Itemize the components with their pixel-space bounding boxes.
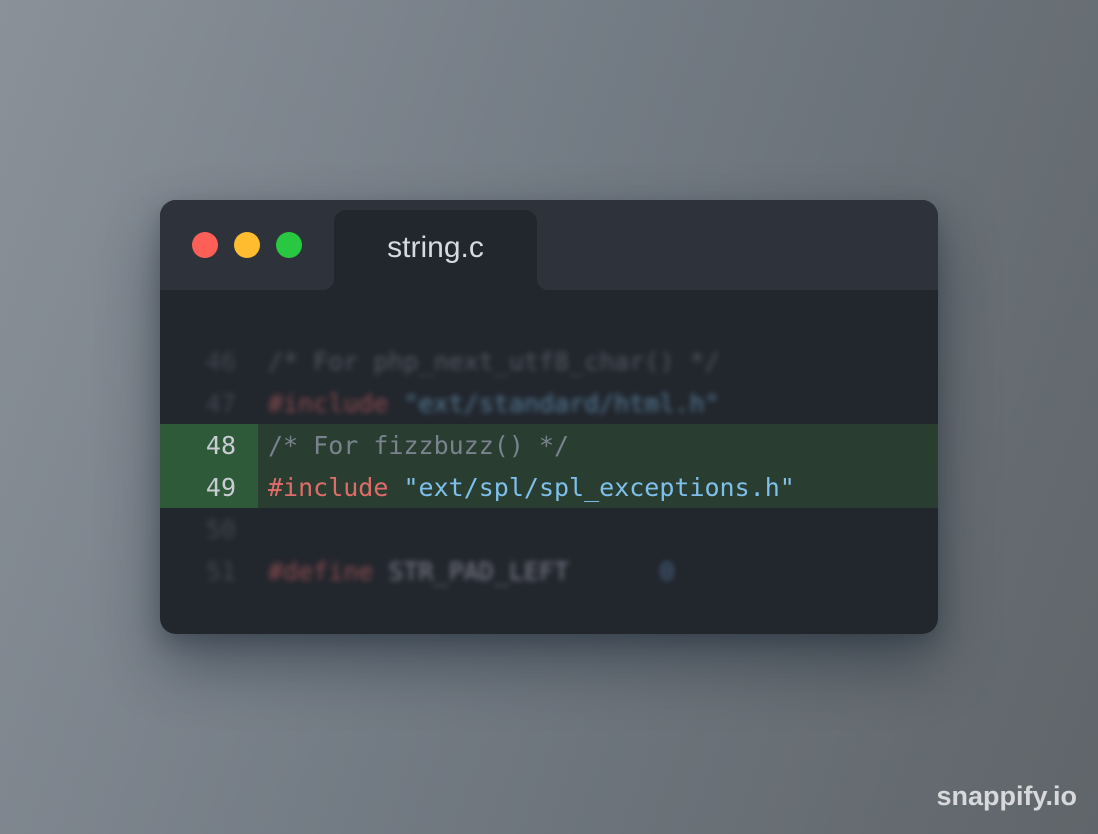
line-number: 48 [160,424,258,466]
line-content: #include "ext/spl/spl_exceptions.h" [258,473,795,502]
code-token-string: "ext/standard/html.h" [403,388,720,418]
code-token-keyword: #include [268,388,389,418]
code-line[interactable]: 46 /* For php_next_utf8_char() */ [160,340,938,382]
line-number: 50 [205,514,236,544]
title-bar: string.c [160,200,938,290]
line-content: #define STR_PAD_LEFT 0 [258,557,674,586]
code-line[interactable]: 48 /* For fizzbuzz() */ [160,424,938,466]
code-token-comment: /* For php_next_utf8_char() */ [268,346,720,376]
code-token-keyword: #define [268,556,374,586]
editor-window: string.c 46 /* For php_next_utf8_char() *… [160,200,938,634]
line-number: 49 [160,466,258,508]
code-token-comment: /* For fizzbuzz() */ [268,430,570,460]
line-content: /* For php_next_utf8_char() */ [258,347,720,376]
code-line[interactable]: 49 #include "ext/spl/spl_exceptions.h" [160,466,938,508]
code-token-macro: STR_PAD_LEFT [388,556,570,586]
watermark: snappify.io [936,781,1077,811]
close-window-button[interactable] [192,232,218,258]
tab-label: string.c [387,231,484,264]
line-content: #include "ext/standard/html.h" [258,389,720,418]
line-number: 47 [205,388,236,418]
code-area[interactable]: 46 /* For php_next_utf8_char() */ 47 #inclu… [160,340,938,592]
code-token-keyword: #include [268,472,389,502]
line-content: /* For fizzbuzz() */ [258,431,569,460]
tab-string-c[interactable]: string.c [322,210,549,290]
zoom-window-button[interactable] [276,232,302,258]
code-line[interactable]: 47 #include "ext/standard/html.h" [160,382,938,424]
minimize-window-button[interactable] [234,232,260,258]
code-token-number: 0 [659,556,675,586]
line-number: 51 [205,556,236,586]
line-number: 46 [205,346,236,376]
code-token-string: "ext/spl/spl_exceptions.h" [403,472,795,502]
code-line[interactable]: 50 [160,508,938,550]
code-line[interactable]: 51 #define STR_PAD_LEFT 0 [160,550,938,592]
